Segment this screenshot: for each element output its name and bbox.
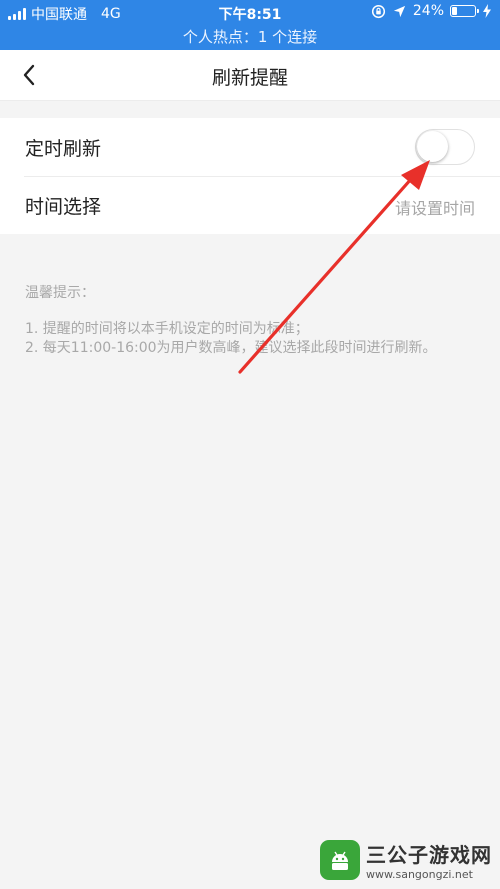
page-title: 刷新提醒	[211, 67, 288, 89]
tips-section: 温馨提示： 1. 提醒的时间将以本手机设定的时间为标准； 2. 每天11:00-…	[25, 284, 465, 358]
signal-icon	[8, 8, 26, 20]
timed-refresh-label: 定时刷新	[25, 138, 102, 160]
status-bar-left: 中国联通 4G	[8, 4, 121, 24]
watermark-text: 三公子游戏网 www.sangongzi.net	[366, 839, 492, 881]
status-bar-row: 中国联通 4G 下午8:51 24%	[0, 0, 500, 24]
nav-bar: 刷新提醒	[0, 50, 500, 101]
android-logo-icon	[320, 840, 360, 880]
status-bar-right: 24%	[371, 3, 492, 19]
network-type: 4G	[101, 6, 121, 22]
rotation-lock-icon	[371, 4, 385, 18]
status-bar: 中国联通 4G 下午8:51 24% 个人热点：1 个连接	[0, 0, 500, 50]
back-button[interactable]	[14, 60, 44, 90]
time-select-label: 时间选择	[25, 196, 102, 218]
hotspot-banner[interactable]: 个人热点：1 个连接	[0, 26, 500, 47]
location-arrow-icon	[393, 5, 405, 17]
charging-bolt-icon	[483, 4, 491, 18]
tips-title: 温馨提示：	[25, 285, 95, 301]
row-time-select[interactable]: 时间选择 请设置时间	[0, 176, 500, 234]
battery-percent: 24%	[412, 3, 444, 19]
watermark: 三公子游戏网 www.sangongzi.net	[320, 839, 492, 881]
time-select-value[interactable]: 请设置时间	[395, 195, 475, 219]
watermark-name: 三公子游戏网	[366, 843, 492, 867]
battery-icon	[450, 5, 479, 17]
carrier-name: 中国联通	[31, 7, 87, 23]
timed-refresh-toggle[interactable]	[415, 129, 475, 165]
settings-list: 定时刷新 时间选择 请设置时间	[0, 118, 500, 234]
watermark-url: www.sangongzi.net	[366, 868, 473, 881]
tip-item: 2. 每天11:00-16:00为用户数高峰，建议选择此段时间进行刷新。	[25, 340, 437, 356]
chevron-left-icon	[23, 64, 35, 86]
row-timed-refresh: 定时刷新	[0, 118, 500, 176]
battery-fill	[452, 7, 457, 15]
toggle-knob	[417, 131, 448, 162]
tip-item: 1. 提醒的时间将以本手机设定的时间为标准；	[25, 321, 309, 337]
